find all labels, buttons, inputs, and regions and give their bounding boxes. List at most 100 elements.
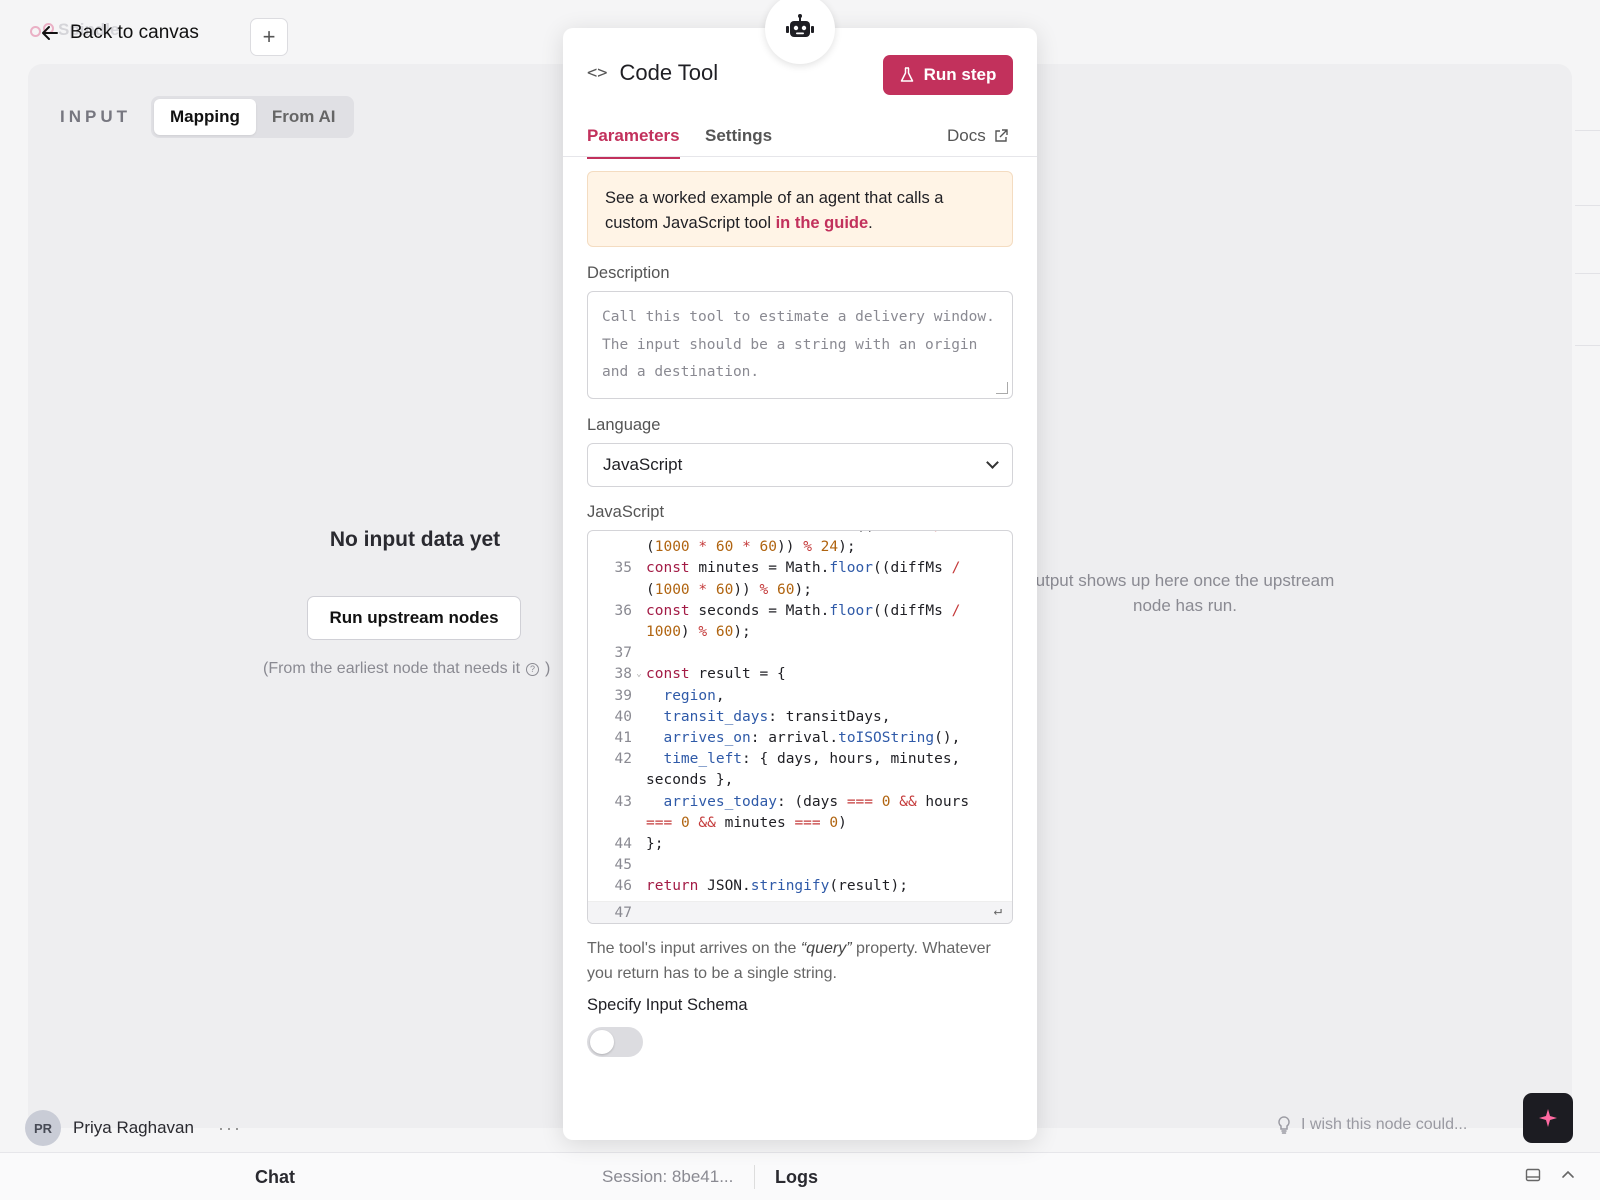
fold-gutter <box>632 792 646 813</box>
guide-callout-end: . <box>868 214 873 232</box>
line-number: 34 <box>588 531 632 537</box>
tab-mapping[interactable]: Mapping <box>154 99 256 135</box>
line-number <box>588 580 632 601</box>
user-name: Priya Raghavan <box>73 1118 194 1137</box>
fold-gutter <box>632 728 646 749</box>
line-number: 43 <box>614 793 632 810</box>
code-text: seconds }, <box>646 772 734 789</box>
tab-parameters[interactable]: Parameters <box>587 126 680 159</box>
code-editor[interactable]: 34 const hours = Math.floor((diffMs / (100… <box>587 530 1013 924</box>
code-line: 37 <box>588 643 1012 664</box>
edge-divider <box>1575 130 1600 131</box>
description-field[interactable]: Call this tool to estimate a delivery wi… <box>587 291 1013 399</box>
external-link-icon <box>995 129 1008 142</box>
code-line: 35 const minutes = Math.floor((diffMs / <box>588 558 1012 579</box>
lightbulb-icon <box>1278 1116 1290 1134</box>
arrow-left-icon <box>42 26 58 40</box>
description-label: Description <box>587 264 670 282</box>
docs-label: Docs <box>947 126 986 145</box>
edge-divider <box>1575 345 1600 346</box>
robot-icon <box>786 14 814 37</box>
help-icon[interactable]: ? <box>526 662 540 676</box>
upstream-hint-text: (From the earliest node that needs it <box>263 660 521 677</box>
description-text: Call this tool to estimate a delivery wi… <box>602 309 995 380</box>
fold-gutter <box>632 749 646 770</box>
line-number: 45 <box>614 857 632 874</box>
input-section-label: INPUT <box>60 107 131 126</box>
add-node-button[interactable]: + <box>250 18 288 56</box>
back-to-canvas-label: Back to canvas <box>70 22 199 43</box>
line-number: 46 <box>614 878 632 895</box>
fold-gutter <box>632 558 646 579</box>
language-value: JavaScript <box>603 455 683 474</box>
tab-settings[interactable]: Settings <box>705 126 772 156</box>
guide-callout-text: See a worked example of an agent that ca… <box>605 189 944 232</box>
user-row: PR Priya Raghavan ··· <box>25 1110 242 1146</box>
code-line: seconds }, <box>588 770 1012 791</box>
input-schema-toggle[interactable] <box>587 1027 643 1057</box>
code-text: const minutes = Math.floor((diffMs / <box>646 560 961 577</box>
fold-gutter <box>632 580 646 601</box>
flask-icon <box>900 67 913 82</box>
sparkle-icon <box>1539 1109 1557 1127</box>
edge-divider <box>1575 205 1600 206</box>
code-text: region, <box>663 687 725 704</box>
code-line: 41 arrives_on: arrival.toISOString(), <box>588 728 1012 749</box>
chat-tab[interactable]: Chat <box>255 1167 295 1188</box>
line-number <box>588 770 632 791</box>
run-upstream-nodes-button[interactable]: Run upstream nodes <box>307 596 521 640</box>
line-number: 40 <box>614 708 632 725</box>
language-select[interactable]: JavaScript <box>587 443 1013 487</box>
bottom-bar: Chat Session: 8be41... Logs <box>0 1152 1600 1200</box>
code-line: 40 transit_days: transitDays, <box>588 707 1012 728</box>
tabs-divider <box>563 156 1037 157</box>
input-mode-toggle: Mapping From AI <box>151 96 355 138</box>
feedback-prompt-text: I wish this node could... <box>1301 1116 1468 1133</box>
bottom-bar-controls <box>1525 1167 1575 1183</box>
word-wrap-icon[interactable]: ↵ <box>994 903 1002 919</box>
resize-handle-icon[interactable] <box>996 382 1008 394</box>
run-step-button[interactable]: Run step <box>883 55 1013 95</box>
code-lines: 34 const hours = Math.floor((diffMs / (100… <box>588 531 1012 898</box>
more-options-icon[interactable]: ··· <box>218 1118 242 1139</box>
guide-callout: See a worked example of an agent that ca… <box>587 171 1013 247</box>
code-line: 38 ⌄ const result = { <box>588 664 1012 685</box>
chevron-up-icon[interactable] <box>1561 1167 1575 1183</box>
code-text: }; <box>646 836 664 853</box>
code-label: JavaScript <box>587 503 665 521</box>
fold-gutter <box>632 601 646 622</box>
code-line: 39 region, <box>588 686 1012 707</box>
avatar[interactable]: PR <box>25 1110 61 1146</box>
code-text: const result = { <box>646 666 786 683</box>
empty-input-title: No input data yet <box>329 528 501 551</box>
logs-tab[interactable]: Logs <box>775 1167 818 1188</box>
panel-layout-icon[interactable] <box>1525 1167 1541 1183</box>
docs-link[interactable]: Docs <box>947 126 1008 156</box>
fold-gutter <box>632 813 646 834</box>
line-number <box>588 537 632 558</box>
fold-gutter <box>632 834 646 855</box>
line-number: 41 <box>614 730 632 747</box>
tab-from-ai[interactable]: From AI <box>256 99 352 135</box>
fold-gutter <box>632 855 646 876</box>
line-number: 42 <box>614 751 632 768</box>
ai-assistant-button[interactable] <box>1523 1093 1573 1143</box>
fold-gutter <box>632 643 646 664</box>
code-line: === 0 && minutes === 0) <box>588 813 1012 834</box>
chevron-down-icon <box>986 456 999 469</box>
fold-chevron-icon[interactable]: ⌄ <box>632 664 646 685</box>
input-schema-label: Specify Input Schema <box>587 996 748 1014</box>
back-to-canvas-link[interactable]: Back to canvas <box>40 22 199 44</box>
line-number: 35 <box>614 560 632 577</box>
divider <box>754 1165 755 1189</box>
code-line: 1000) % 60); <box>588 622 1012 643</box>
language-label: Language <box>587 416 661 434</box>
line-number: 44 <box>614 836 632 853</box>
modal-title: Code Tool <box>619 60 719 85</box>
line-number: 39 <box>614 687 632 704</box>
feedback-prompt[interactable]: I wish this node could... <box>1277 1116 1467 1134</box>
code-text: arrives_today: (days === 0 && hours <box>663 793 970 810</box>
guide-link[interactable]: in the guide <box>776 214 869 232</box>
upstream-hint-close: ) <box>545 660 551 677</box>
input-header: INPUT Mapping From AI <box>60 96 355 138</box>
